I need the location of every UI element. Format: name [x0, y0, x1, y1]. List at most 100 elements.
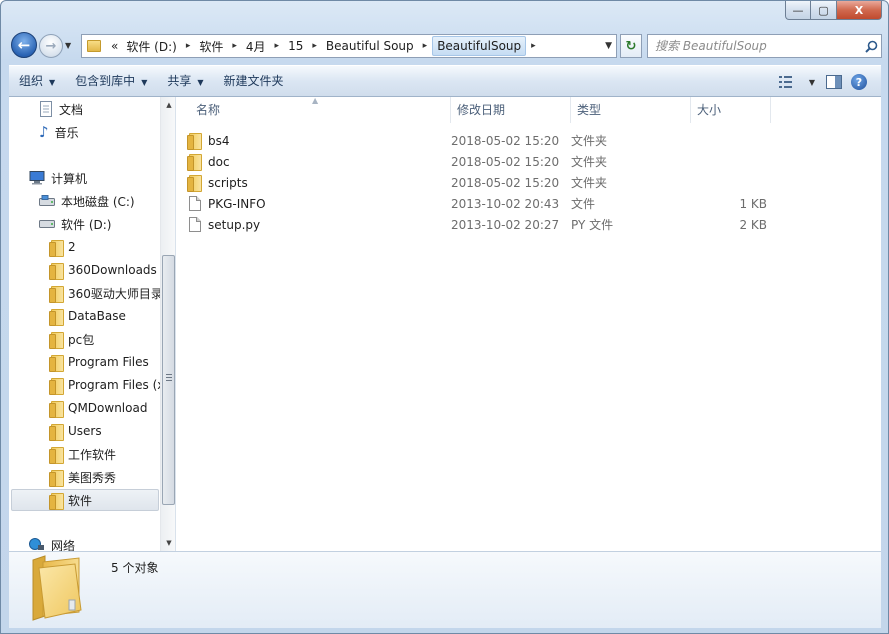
nav-folder-360-driver[interactable]: 360驱动大师目录 — [49, 282, 163, 304]
breadcrumb-15[interactable]: 15 — [284, 39, 307, 53]
nav-folder-program-files-x86[interactable]: Program Files (x86) — [49, 374, 175, 396]
scroll-thumb[interactable] — [162, 255, 175, 505]
include-in-library-menu[interactable]: 包含到库中 ▼ — [65, 69, 157, 93]
file-date: 2018-05-02 15:20 — [451, 154, 560, 169]
file-row[interactable]: doc 2018-05-02 15:20 文件夹 — [187, 151, 871, 172]
view-controls: ▼ ? — [773, 70, 871, 94]
nav-item-network[interactable]: 网络 — [29, 534, 175, 551]
address-dropdown-icon[interactable]: ▼ — [605, 41, 612, 51]
nav-label: 软件 (D:) — [61, 217, 112, 232]
share-menu[interactable]: 共享 ▼ — [157, 69, 213, 93]
breadcrumb-separator-icon[interactable]: ▸ — [227, 41, 242, 51]
drive-icon — [39, 219, 55, 229]
search-input[interactable] — [655, 39, 861, 53]
breadcrumb-beautiful-soup[interactable]: Beautiful Soup — [322, 39, 418, 53]
scroll-down-icon[interactable]: ▼ — [161, 535, 175, 551]
nav-label: 2 — [68, 240, 76, 254]
search-icon[interactable] — [861, 40, 881, 53]
recent-pages-button[interactable]: ▼ — [65, 41, 71, 50]
preview-pane-button[interactable] — [821, 70, 847, 94]
chevron-down-icon: ▼ — [197, 78, 204, 87]
help-button[interactable]: ? — [847, 70, 871, 94]
nav-item-computer[interactable]: 计算机 — [29, 167, 175, 189]
nav-item-music[interactable]: ♪ 音乐 — [39, 121, 175, 143]
grip-icon — [166, 374, 172, 381]
column-header-date[interactable]: 修改日期 — [451, 97, 571, 123]
nav-folder-users[interactable]: Users — [49, 420, 161, 442]
nav-label: pc包 — [68, 332, 95, 347]
nav-folder-360downloads[interactable]: 360Downloads — [49, 259, 161, 281]
address-bar[interactable]: « 软件 (D:) ▸ 软件 ▸ 4月 ▸ 15 ▸ Beautiful Sou… — [81, 34, 617, 58]
document-icon — [39, 101, 53, 117]
change-view-button[interactable]: ▼ — [773, 70, 821, 94]
column-header-type[interactable]: 类型 — [571, 97, 691, 123]
file-icon — [187, 196, 203, 211]
breadcrumb-april[interactable]: 4月 — [242, 38, 270, 55]
nav-label: 音乐 — [54, 125, 79, 140]
file-list-pane: ▲ 名称 修改日期 类型 大小 bs4 2018-05-02 15:20 文件夹… — [177, 96, 881, 551]
nav-scrollbar[interactable]: ▲ ▼ — [160, 97, 175, 551]
folder-icon — [49, 354, 64, 372]
close-button[interactable]: X — [837, 1, 882, 20]
file-type: 文件 — [571, 197, 596, 211]
file-name-cell: setup.py — [187, 217, 451, 232]
file-name-cell: bs4 — [187, 133, 451, 150]
breadcrumb-current[interactable]: BeautifulSoup — [432, 36, 527, 56]
nav-item-drive-c[interactable]: 本地磁盘 (C:) — [39, 190, 175, 212]
nav-label: 工作软件 — [68, 447, 117, 462]
nav-folder-database[interactable]: DataBase — [49, 305, 161, 327]
breadcrumb-drive[interactable]: 软件 (D:) — [122, 38, 180, 55]
breadcrumb-separator-icon[interactable]: ▸ — [526, 41, 541, 51]
file-row[interactable]: bs4 2018-05-02 15:20 文件夹 — [187, 130, 871, 151]
file-type: 文件夹 — [571, 176, 608, 190]
scroll-up-icon[interactable]: ▲ — [161, 97, 175, 113]
nav-item-drive-d[interactable]: 软件 (D:) — [39, 213, 175, 235]
nav-folder-work-software[interactable]: 工作软件 — [49, 443, 161, 465]
file-size: 2 KB — [739, 217, 767, 232]
nav-folder-program-files[interactable]: Program Files — [49, 351, 161, 373]
nav-folder-meitu[interactable]: 美图秀秀 — [49, 466, 161, 488]
navigation-row: ← → ▼ « 软件 (D:) ▸ 软件 ▸ 4月 ▸ 15 ▸ Beautif… — [9, 32, 882, 60]
column-headers: ▲ 名称 修改日期 类型 大小 — [177, 96, 881, 123]
details-pane: 5 个对象 — [9, 551, 881, 628]
folder-icon — [49, 423, 64, 441]
new-folder-button[interactable]: 新建文件夹 — [214, 69, 294, 93]
folder-icon — [49, 446, 64, 464]
breadcrumb-separator-icon[interactable]: ▸ — [307, 41, 322, 51]
nav-folder-software-selected[interactable]: 软件 — [11, 489, 159, 511]
view-list-icon — [778, 76, 792, 88]
nav-folder-qmdownload[interactable]: QMDownload — [49, 397, 161, 419]
file-name-cell: PKG-INFO — [187, 196, 451, 211]
nav-label: DataBase — [68, 309, 126, 323]
breadcrumb-software[interactable]: 软件 — [195, 38, 227, 55]
breadcrumb-separator-icon[interactable]: ▸ — [181, 41, 196, 51]
file-row[interactable]: scripts 2018-05-02 15:20 文件夹 — [187, 172, 871, 193]
file-name: doc — [208, 154, 230, 169]
breadcrumb-separator-icon[interactable]: ▸ — [418, 41, 433, 51]
folder-icon — [187, 175, 203, 192]
breadcrumb-separator-icon[interactable]: ▸ — [270, 41, 285, 51]
column-header-label: 名称 — [196, 103, 221, 117]
nav-item-documents[interactable]: 文档 — [39, 98, 175, 120]
nav-label: 软件 — [68, 493, 93, 508]
column-header-name[interactable]: ▲ 名称 — [177, 96, 451, 123]
organize-menu[interactable]: 组织 ▼ — [9, 69, 65, 93]
file-row[interactable]: setup.py 2013-10-02 20:27 PY 文件 2 KB — [187, 214, 871, 235]
forward-button[interactable]: → — [39, 34, 63, 58]
back-button[interactable]: ← — [11, 32, 37, 58]
folder-icon — [87, 40, 101, 52]
nav-folder-2[interactable]: 2 — [49, 236, 161, 258]
folder-icon — [49, 400, 64, 418]
breadcrumb-overflow[interactable]: « — [107, 39, 122, 53]
folder-icon — [49, 239, 64, 257]
maximize-button[interactable]: ▢ — [811, 1, 837, 20]
column-header-size[interactable]: 大小 — [691, 97, 771, 123]
minimize-button[interactable]: — — [785, 1, 811, 20]
file-name: PKG-INFO — [208, 196, 266, 211]
refresh-button[interactable]: ↻ — [620, 34, 642, 58]
nav-folder-pc[interactable]: pc包 — [49, 328, 161, 350]
computer-icon — [29, 171, 45, 185]
file-name: bs4 — [208, 133, 230, 148]
file-row[interactable]: PKG-INFO 2013-10-02 20:43 文件 1 KB — [187, 193, 871, 214]
nav-label: 美图秀秀 — [68, 470, 117, 485]
